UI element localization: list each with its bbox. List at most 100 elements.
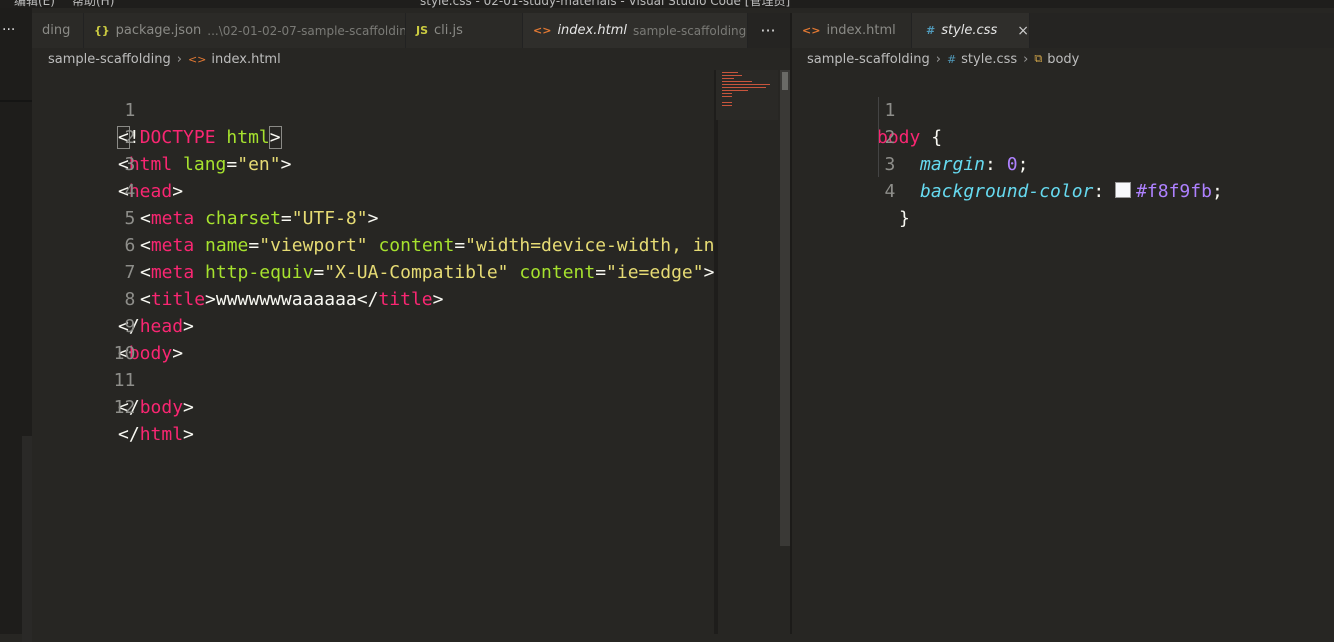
token: = bbox=[313, 262, 325, 283]
close-icon[interactable]: × bbox=[1017, 23, 1029, 39]
breadcrumb: sample-scaffolding › <> index.html bbox=[48, 48, 281, 70]
menu-help[interactable]: 帮助(H) bbox=[72, 0, 114, 8]
token: = bbox=[226, 154, 238, 175]
token: > bbox=[280, 154, 292, 175]
more-actions-icon[interactable]: ··· bbox=[748, 13, 788, 48]
token: lang bbox=[183, 154, 227, 175]
tab-index-html[interactable]: <> index.html sample-scaffolding × bbox=[523, 13, 748, 48]
token: > bbox=[205, 289, 216, 310]
title-bar: 编辑(E) 帮助(H) style.css - 02-01-study-mate… bbox=[0, 0, 1334, 8]
tab-label: index.html bbox=[557, 23, 627, 38]
token: ; bbox=[1211, 181, 1223, 202]
tab-package-json[interactable]: {} package.json ...\02-01-02-07-sample-s… bbox=[84, 13, 406, 48]
token: "X-UA-Compatible" bbox=[324, 262, 509, 283]
breadcrumb-symbol[interactable]: body bbox=[1047, 52, 1079, 67]
tab-cli-js[interactable]: JS cli.js bbox=[406, 13, 523, 48]
code-line: 2 <html lang="en"> bbox=[32, 97, 291, 175]
css-icon: # bbox=[926, 24, 936, 37]
code-line: 4 <meta charset="UTF-8"> bbox=[32, 151, 379, 229]
css-editor[interactable]: 1 body { 2 margin: 0; 3 background-color… bbox=[792, 70, 1334, 634]
token: "ie=edge" bbox=[606, 262, 704, 283]
token: "UTF-8" bbox=[291, 208, 368, 229]
token: = bbox=[248, 235, 260, 256]
more-actions-icon[interactable]: ··· bbox=[2, 22, 15, 38]
minimap-edge bbox=[714, 70, 718, 634]
token: meta bbox=[150, 235, 195, 256]
token: < bbox=[140, 208, 151, 229]
symbol-icon: ⧉ bbox=[1034, 52, 1043, 65]
breadcrumb-folder[interactable]: sample-scaffolding bbox=[48, 52, 171, 67]
token: { bbox=[920, 127, 943, 148]
line-number: 10 bbox=[113, 343, 136, 364]
token: > bbox=[432, 289, 444, 310]
tab-label: index.html bbox=[826, 23, 896, 38]
scrollbar-thumb[interactable] bbox=[782, 72, 788, 90]
token: wwwwwwwaaaaaa bbox=[215, 289, 357, 310]
panel-scroll-area bbox=[22, 436, 32, 642]
css-icon: # bbox=[946, 52, 957, 66]
minimap[interactable] bbox=[716, 70, 778, 120]
token: < bbox=[140, 235, 151, 256]
token: 0 bbox=[1006, 154, 1018, 175]
token: title bbox=[378, 289, 433, 310]
token: "width=device-width, in bbox=[465, 235, 714, 256]
html-icon: <> bbox=[802, 24, 821, 37]
token: head bbox=[139, 316, 184, 337]
menu-edit[interactable]: 编辑(E) bbox=[14, 0, 55, 8]
side-panel-edge: ··· bbox=[0, 8, 32, 642]
line-number: 12 bbox=[113, 397, 136, 418]
line-number: 11 bbox=[113, 370, 136, 391]
code-line: 4 } bbox=[792, 151, 910, 229]
vertical-scrollbar[interactable] bbox=[780, 70, 790, 546]
token: "viewport" bbox=[259, 235, 368, 256]
line-number: 1 bbox=[884, 100, 896, 121]
tab-style-css[interactable]: # style.css × bbox=[912, 13, 1030, 48]
line-number: 3 bbox=[884, 154, 896, 175]
code-line: 9 <body> bbox=[32, 286, 183, 364]
token: < bbox=[140, 289, 151, 310]
breadcrumb-file[interactable]: index.html bbox=[211, 52, 280, 67]
token: charset bbox=[205, 208, 281, 229]
tab-scaffolding-partial[interactable]: ding bbox=[32, 13, 84, 48]
right-tab-bar: <> index.html # style.css × bbox=[792, 13, 1334, 48]
breadcrumb-file[interactable]: style.css bbox=[961, 52, 1017, 67]
token: < bbox=[140, 262, 151, 283]
tab-index-html[interactable]: <> index.html bbox=[792, 13, 912, 48]
color-swatch[interactable] bbox=[1115, 182, 1132, 198]
token: meta bbox=[150, 208, 195, 229]
breadcrumb-folder[interactable]: sample-scaffolding bbox=[807, 52, 930, 67]
token: name bbox=[205, 235, 249, 256]
breadcrumb: sample-scaffolding › # style.css › ⧉ bod… bbox=[807, 48, 1079, 70]
indent-guide bbox=[878, 97, 879, 177]
html-editor[interactable]: 1 <!DOCTYPE html> 2 <html lang="en"> 3 <… bbox=[32, 70, 714, 634]
token: "en" bbox=[237, 154, 281, 175]
tab-label: package.json bbox=[115, 23, 202, 38]
html-icon: <> bbox=[533, 24, 552, 37]
token: : bbox=[1093, 181, 1116, 202]
code-line: 1 <!DOCTYPE html> bbox=[32, 70, 282, 149]
line-number: 2 bbox=[124, 127, 136, 148]
token: : bbox=[985, 154, 1007, 175]
tab-description: sample-scaffolding bbox=[632, 23, 747, 38]
token: </ bbox=[356, 289, 379, 310]
token: html bbox=[226, 127, 270, 148]
window-title: style.css - 02-01-study-materials - Visu… bbox=[420, 0, 791, 8]
code-line: 3 <head> bbox=[32, 124, 183, 202]
token: > bbox=[268, 126, 282, 149]
line-number: 2 bbox=[884, 127, 896, 148]
line-number: 5 bbox=[124, 208, 136, 229]
token: } bbox=[899, 208, 910, 229]
code-line: 8 </head> bbox=[32, 259, 194, 337]
token: > bbox=[172, 343, 184, 364]
token: </ bbox=[118, 424, 140, 445]
token: #f8f9fb bbox=[1136, 181, 1212, 202]
line-number: 3 bbox=[124, 154, 136, 175]
line-number: 6 bbox=[124, 235, 136, 256]
code-line: 10 bbox=[32, 313, 136, 364]
code-line: 3 background-color: #f8f9fb; bbox=[792, 124, 1223, 202]
code-line: 11 </body> bbox=[32, 340, 194, 418]
chevron-right-icon: › bbox=[1023, 51, 1029, 67]
